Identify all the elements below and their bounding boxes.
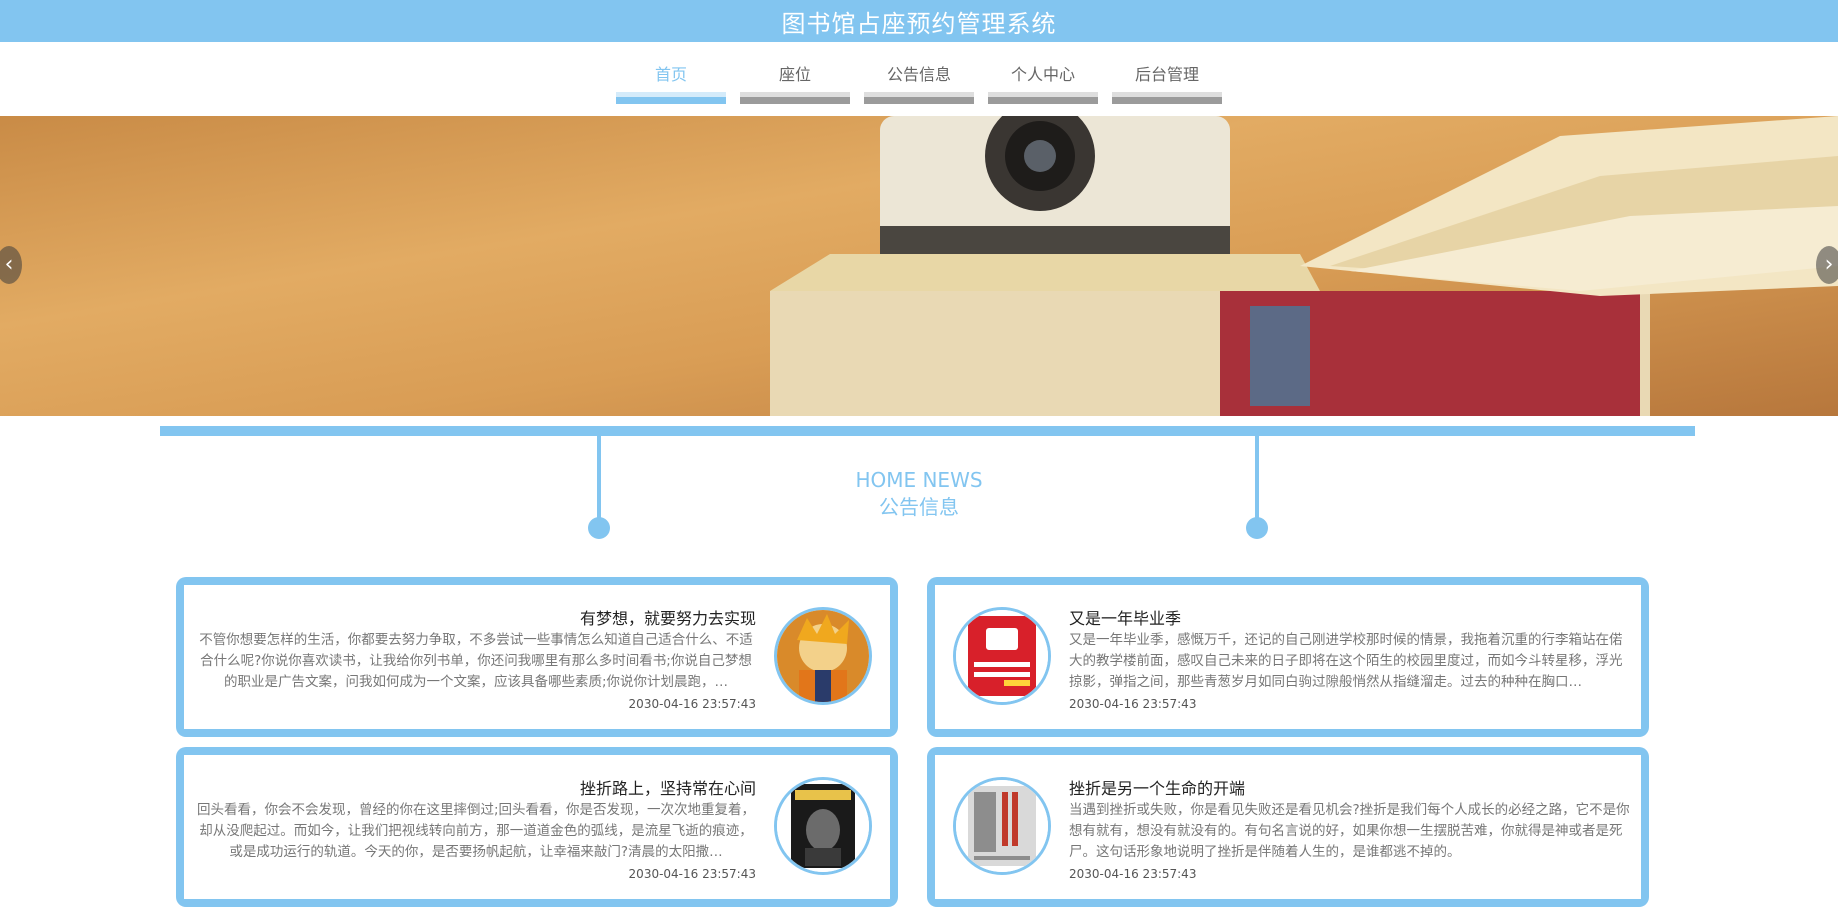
- news-title[interactable]: 又是一年毕业季: [1069, 605, 1181, 629]
- news-card[interactable]: 挫折路上，坚持常在心间 回头看看，你会不会发现，曾经的你在这里摔倒过;回头看看，…: [176, 747, 898, 907]
- anime-cover-image: [777, 610, 869, 702]
- nav-item-underline: [864, 92, 974, 104]
- nav-item-seats[interactable]: 座位: [740, 62, 850, 104]
- section-title: HOME NEWS 公告信息: [0, 467, 1838, 521]
- news-excerpt: 回头看看，你会不会发现，曾经的你在这里摔倒过;回头看看，你是否发现，一次次地重复…: [196, 802, 756, 860]
- main-nav: 首页 座位 公告信息 个人中心 后台管理: [0, 42, 1838, 116]
- news-thumbnail[interactable]: [953, 607, 1051, 705]
- gray-book-cover-image: [956, 780, 1048, 872]
- news-thumbnail[interactable]: [774, 607, 872, 705]
- nav-item-label: 后台管理: [1134, 65, 1199, 84]
- nav-item-underline: [988, 92, 1098, 104]
- news-card[interactable]: 有梦想，就要努力去实现 不管你想要怎样的生活，你都要去努力争取，不多尝试一些事情…: [176, 577, 898, 737]
- news-card[interactable]: 又是一年毕业季 又是一年毕业季，感慨万千，还记的自己刚进学校那时候的情景，我拖着…: [927, 577, 1649, 737]
- nav-item-label: 座位: [778, 65, 811, 84]
- news-title[interactable]: 挫折是另一个生命的开端: [1069, 775, 1245, 799]
- site-title: 图书馆占座预约管理系统: [781, 9, 1057, 38]
- news-thumbnail[interactable]: [953, 777, 1051, 875]
- news-excerpt: 不管你想要怎样的生活，你都要去努力争取，不多尝试一些事情怎么知道自己适合什么、不…: [199, 632, 753, 690]
- news-title[interactable]: 有梦想，就要努力去实现: [580, 605, 756, 629]
- app-header: 图书馆占座预约管理系统: [0, 0, 1838, 42]
- section-divider: [160, 426, 1695, 436]
- nav-item-admin[interactable]: 后台管理: [1112, 62, 1222, 104]
- nav-item-underline: [616, 92, 726, 104]
- nav-item-profile[interactable]: 个人中心: [988, 62, 1098, 104]
- nav-item-label: 首页: [654, 65, 687, 84]
- news-card-body: 又是一年毕业季 又是一年毕业季，感慨万千，还记的自己刚进学校那时候的情景，我拖着…: [935, 585, 1641, 729]
- chevron-left-icon: ‹: [4, 252, 14, 277]
- nav-item-label: 个人中心: [1010, 65, 1075, 84]
- news-card[interactable]: 挫折是另一个生命的开端 当遇到挫折或失败，你是看见失败还是看见机会?挫折是我们每…: [927, 747, 1649, 907]
- news-date: 2030-04-16 23:57:43: [628, 697, 756, 711]
- news-excerpt: 当遇到挫折或失败，你是看见失败还是看见机会?挫折是我们每个人成长的必经之路，它不…: [1069, 802, 1630, 860]
- news-card-body: 挫折路上，坚持常在心间 回头看看，你会不会发现，曾经的你在这里摔倒过;回头看看，…: [184, 755, 890, 899]
- news-date: 2030-04-16 23:57:43: [1069, 867, 1197, 881]
- section-title-cn: 公告信息: [879, 495, 959, 519]
- chevron-right-icon: ›: [1824, 252, 1834, 277]
- news-title[interactable]: 挫折路上，坚持常在心间: [580, 775, 756, 799]
- news-date: 2030-04-16 23:57:43: [1069, 697, 1197, 711]
- banner-carousel[interactable]: ‹ ›: [0, 116, 1838, 416]
- red-book-cover-image: [956, 610, 1048, 702]
- news-date: 2030-04-16 23:57:43: [628, 867, 756, 881]
- news-thumbnail[interactable]: [774, 777, 872, 875]
- news-excerpt: 又是一年毕业季，感慨万千，还记的自己刚进学校那时候的情景，我拖着沉重的行李箱站在…: [1069, 632, 1623, 690]
- section-title-en: HOME NEWS: [855, 468, 983, 492]
- nav-item-label: 公告信息: [886, 65, 951, 84]
- news-card-body: 有梦想，就要努力去实现 不管你想要怎样的生活，你都要去努力争取，不多尝试一些事情…: [184, 585, 890, 729]
- banner-image: [0, 116, 1838, 416]
- news-card-body: 挫折是另一个生命的开端 当遇到挫折或失败，你是看见失败还是看见机会?挫折是我们每…: [935, 755, 1641, 899]
- nav-item-announcements[interactable]: 公告信息: [864, 62, 974, 104]
- nav-item-underline: [1112, 92, 1222, 104]
- nav-item-home[interactable]: 首页: [616, 62, 726, 104]
- biography-cover-image: [777, 780, 869, 872]
- nav-item-underline: [740, 92, 850, 104]
- carousel-next-button[interactable]: ›: [1816, 246, 1838, 284]
